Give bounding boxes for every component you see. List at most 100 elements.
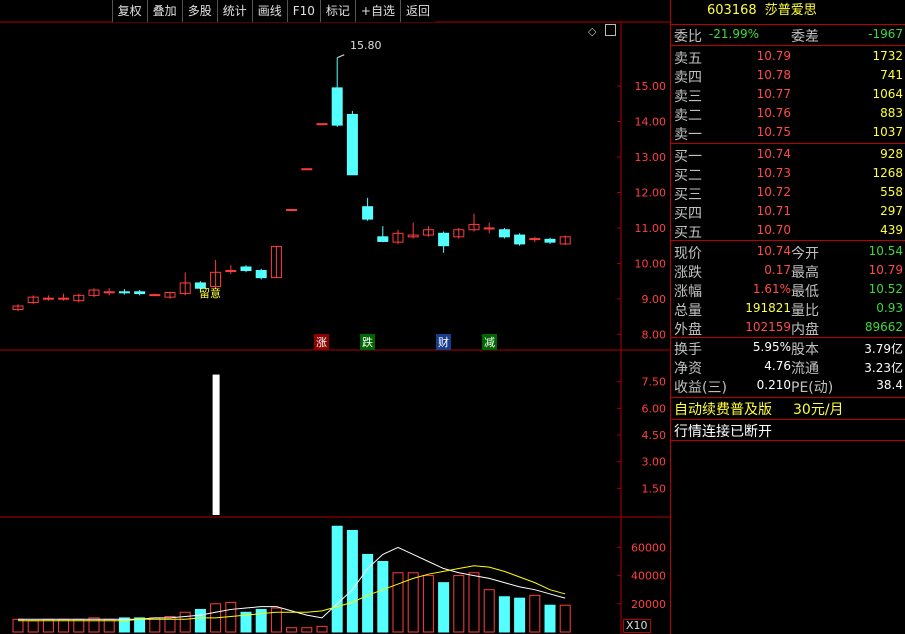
volume-bar <box>149 617 161 633</box>
fundamental-row: 收益(三) 0.210 PE(动) 38.4 <box>671 377 905 396</box>
bid-volume: 439 <box>880 223 903 237</box>
diamond-icon[interactable]: ◇ <box>588 25 596 38</box>
volume-bar <box>468 572 480 633</box>
ask-label: 卖五 <box>674 51 702 67</box>
quote-value-2: 0.93 <box>876 301 903 315</box>
volume-bar <box>483 589 495 633</box>
volume-bar <box>514 597 526 633</box>
candle-body <box>103 291 115 294</box>
bid-label: 买二 <box>674 168 702 184</box>
promo-price[interactable]: 30元/月 <box>793 399 844 419</box>
quote-label: 涨幅 <box>674 284 702 300</box>
price-tick-label: 15.00 <box>635 80 667 93</box>
tag-up[interactable]: 涨 <box>314 334 329 350</box>
quote-label-2: 今开 <box>791 246 819 262</box>
indicator-bar <box>212 374 220 515</box>
chart-area[interactable]: 8.00 9.00 10.00 11.00 12.00 13.00 14.00 15.00 1.… <box>0 0 670 634</box>
quote-label: 总量 <box>674 303 702 319</box>
volume-bar <box>301 627 313 633</box>
tag-reduce[interactable]: 减 <box>482 334 497 350</box>
promo-text[interactable]: 自动续费普及版 <box>674 399 772 419</box>
ask-label: 卖一 <box>674 127 702 143</box>
bid-label: 买三 <box>674 187 702 203</box>
bid-label: 买四 <box>674 206 702 222</box>
price-tick-label: 8.00 <box>642 328 667 341</box>
ask-volume: 883 <box>880 106 903 120</box>
indicator-tick-label: 7.50 <box>642 376 667 389</box>
quote-label: 外盘 <box>674 322 702 338</box>
volume-bar <box>407 572 419 633</box>
toolbar-button-3[interactable]: 统计 <box>216 0 252 22</box>
ask-volume: 741 <box>880 68 903 82</box>
quote-value-2: 10.54 <box>868 244 903 258</box>
toolbar-button-2[interactable]: 多股 <box>181 0 217 22</box>
ask-row: 卖五 10.79 1732 <box>671 48 905 67</box>
volume-bar <box>88 617 100 633</box>
volume-bar <box>331 525 343 633</box>
candle-body <box>362 206 374 220</box>
volume-bar <box>255 608 267 633</box>
connection-status: 行情连接已断开 <box>674 424 772 440</box>
candle-body <box>498 229 510 238</box>
order-ratio-value: -21.99% <box>708 27 759 41</box>
candle-body <box>149 294 161 297</box>
divider <box>671 419 905 420</box>
bid-row: 买一 10.74 928 <box>671 146 905 165</box>
toolbar-button-0[interactable]: 复权 <box>111 0 147 22</box>
quote-panel: 603168 莎普爱思 委比 -21.99% 委差 -1967 卖五 10.79 1732 卖… <box>670 0 905 634</box>
toolbar-button-7[interactable]: +自选 <box>354 0 400 22</box>
volume-bar <box>27 620 39 633</box>
quote-label-2: 量比 <box>791 303 819 319</box>
volume-tick-label: 20000 <box>631 598 666 611</box>
toolbar-button-6[interactable]: 标记 <box>319 0 355 22</box>
quote-value: 1.61% <box>752 282 791 296</box>
fund-label: 净资 <box>674 361 702 377</box>
price-tick-label: 10.00 <box>635 257 667 270</box>
quote-value: 0.17 <box>764 263 791 277</box>
candle-body <box>225 270 237 273</box>
ask-price: 10.76 <box>756 106 791 120</box>
fund-label-2: PE(动) <box>791 380 834 396</box>
quote-value-2: 89662 <box>864 320 903 334</box>
window-icon[interactable] <box>605 24 616 36</box>
candle-body <box>118 291 130 294</box>
ask-volume: 1732 <box>872 49 903 63</box>
candle-body <box>514 234 526 245</box>
toolbar-button-4[interactable]: 画线 <box>251 0 287 22</box>
volume-ma-line-2 <box>18 565 566 622</box>
toolbar-button-1[interactable]: 叠加 <box>146 0 182 22</box>
volume-bar <box>392 572 404 633</box>
volume-tick-label: 40000 <box>631 570 666 583</box>
price-tick-label: 14.00 <box>635 116 667 129</box>
indicator-tick-label: 6.00 <box>642 402 667 415</box>
volume-bar <box>362 553 374 633</box>
toolbar-button-5[interactable]: F10 <box>286 0 320 22</box>
volume-bar <box>498 596 510 633</box>
candlestick-chart[interactable]: 8.00 9.00 10.00 11.00 12.00 13.00 14.00 15.00 1.… <box>0 0 670 634</box>
stock-code: 603168 <box>707 3 757 18</box>
divider <box>671 143 905 144</box>
quote-label-2: 内盘 <box>791 322 819 338</box>
indicator-tick-label: 3.00 <box>642 456 667 469</box>
promo-row: 自动续费普及版 30元/月 <box>671 399 905 418</box>
ask-row: 卖一 10.75 1037 <box>671 124 905 143</box>
candle-body <box>438 232 450 247</box>
bid-price: 10.73 <box>756 166 791 180</box>
stock-header: 603168 莎普爱思 <box>671 0 905 22</box>
bid-volume: 558 <box>880 185 903 199</box>
quote-label: 现价 <box>674 246 702 262</box>
ask-price: 10.79 <box>756 49 791 63</box>
quote-value: 10.74 <box>756 244 791 258</box>
quote-row: 总量 191821 量比 0.93 <box>671 300 905 319</box>
bid-price: 10.70 <box>756 223 791 237</box>
bid-volume: 297 <box>880 204 903 218</box>
quote-row: 现价 10.74 今开 10.54 <box>671 243 905 262</box>
toolbar: 复权 叠加 多股 统计 画线 F10 标记 +自选 返回 <box>111 0 435 22</box>
tag-finance[interactable]: 财 <box>436 334 451 350</box>
divider <box>671 24 905 25</box>
tag-down[interactable]: 跌 <box>360 334 375 350</box>
toolbar-button-8[interactable]: 返回 <box>399 0 435 22</box>
quote-value-2: 10.79 <box>868 263 903 277</box>
volume-bar <box>179 611 191 633</box>
bid-label: 买一 <box>674 149 702 165</box>
